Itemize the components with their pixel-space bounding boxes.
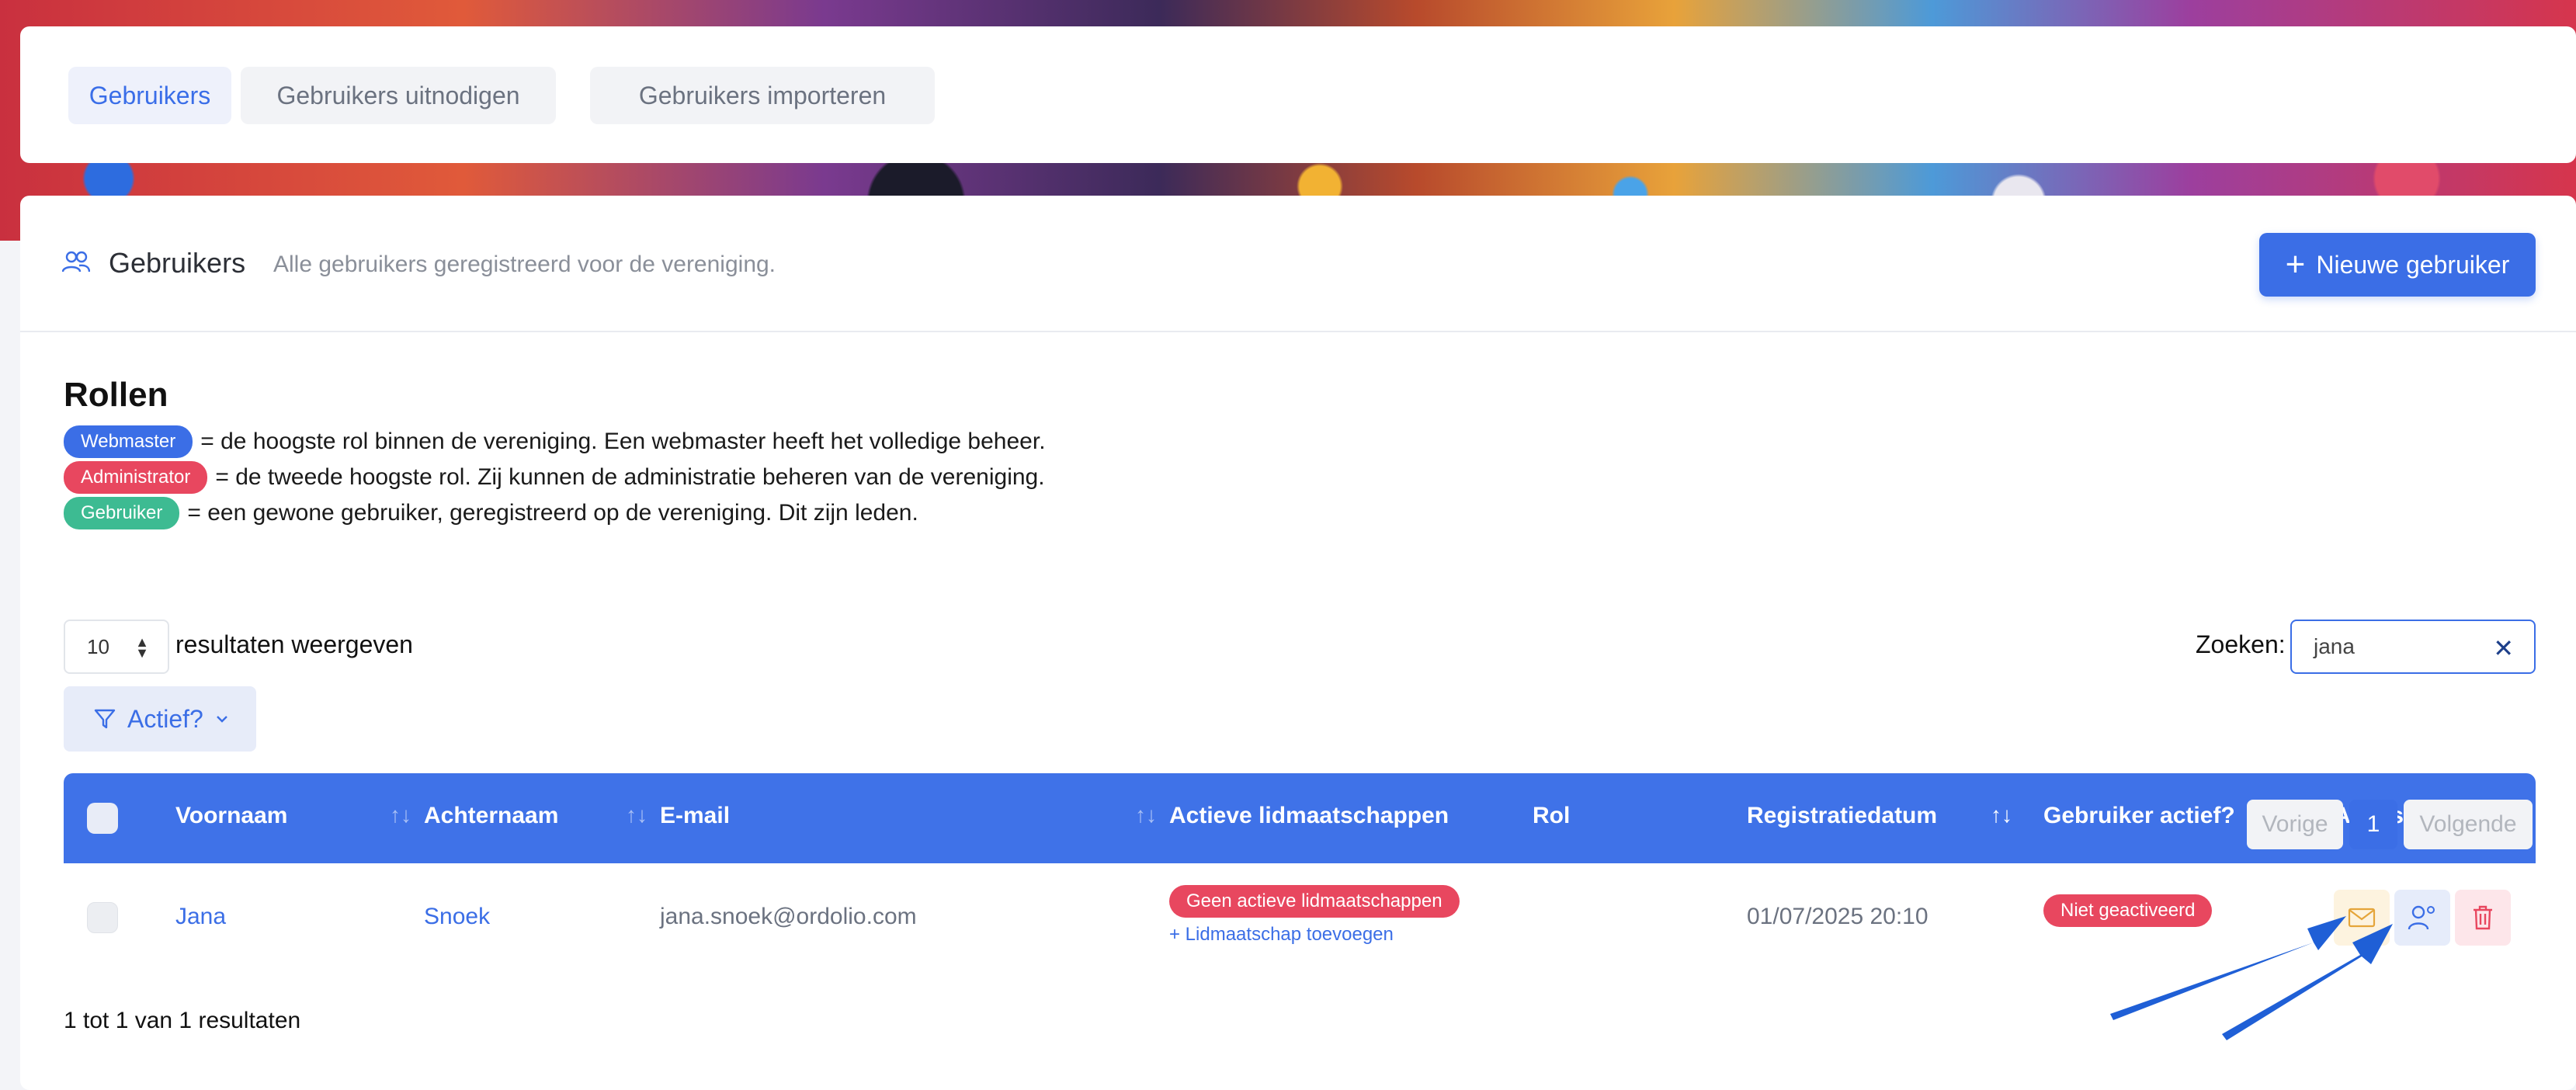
role-gebruiker: Gebruiker = een gewone gebruiker, geregi…	[64, 497, 918, 529]
role-description: = een gewone gebruiker, geregistreerd op…	[187, 500, 918, 526]
select-all-checkbox[interactable]	[87, 803, 118, 834]
col-gebruiker-actief[interactable]: Gebruiker actief?	[2043, 803, 2235, 829]
pagination-page-1[interactable]: 1	[2349, 800, 2397, 849]
chevron-down-icon	[216, 716, 227, 723]
page-length-label: resultaten weergeven	[175, 630, 413, 658]
role-description: = de tweede hoogste rol. Zij kunnen de a…	[215, 464, 1045, 490]
role-webmaster: Webmaster = de hoogste rol binnen de ver…	[64, 425, 1046, 458]
mail-icon	[2348, 908, 2376, 928]
filter-icon	[94, 709, 116, 729]
role-description: = de hoogste rol binnen de vereniging. E…	[200, 429, 1046, 454]
new-user-button[interactable]: + Nieuwe gebruiker	[2259, 233, 2536, 297]
cell-email: jana.snoek@ordolio.com	[660, 904, 917, 929]
results-info: 1 tot 1 van 1 resultaten	[64, 1008, 301, 1033]
new-user-button-label: Nieuwe gebruiker	[2316, 250, 2510, 279]
trash-icon	[2474, 905, 2492, 930]
tabs-card: Gebruikers Gebruikers uitnodigen Gebruik…	[20, 26, 2576, 163]
role-badge-webmaster: Webmaster	[64, 425, 193, 458]
col-email[interactable]: E-mail	[660, 803, 730, 829]
user-active-badge: Niet geactiveerd	[2043, 894, 2213, 927]
select-arrows-icon: ▲ ▼	[135, 634, 149, 661]
send-invite-mail-button[interactable]	[2334, 890, 2390, 946]
col-voornaam[interactable]: Voornaam	[175, 803, 287, 829]
table-header: Voornaam ↑↓ Achternaam ↑↓ E-mail ↑↓ Acti…	[64, 773, 2536, 863]
cell-registratiedatum: 01/07/2025 20:10	[1747, 904, 1929, 929]
col-lidmaatschappen: Actieve lidmaatschappen	[1169, 803, 1449, 828]
panel-header: Gebruikers Alle gebruikers geregistreerd…	[20, 196, 2576, 332]
roles-title: Rollen	[64, 376, 168, 414]
col-achternaam[interactable]: Achternaam	[424, 803, 558, 829]
col-rol: Rol	[1533, 803, 1571, 828]
clear-search-icon[interactable]: ✕	[2493, 634, 2514, 663]
sort-icon[interactable]: ↑↓	[390, 803, 411, 828]
plus-icon: +	[2285, 245, 2306, 283]
row-checkbox[interactable]	[87, 902, 118, 933]
pagination-next[interactable]: Volgende	[2404, 800, 2533, 849]
search-input[interactable]: jana ✕	[2290, 620, 2536, 674]
page-length-select[interactable]: 10 ▲ ▼	[64, 620, 169, 674]
role-badge-administrator: Administrator	[64, 461, 208, 494]
users-icon	[62, 251, 90, 272]
membership-status-badge: Geen actieve lidmaatschappen	[1169, 885, 1460, 918]
search-label: Zoeken:	[2196, 630, 2286, 658]
role-administrator: Administrator = de tweede hoogste rol. Z…	[64, 461, 1045, 494]
cell-voornaam[interactable]: Jana	[175, 904, 226, 930]
user-gear-icon	[2408, 905, 2435, 930]
users-panel: Gebruikers Alle gebruikers geregistreerd…	[20, 196, 2576, 1090]
tab-gebruikers[interactable]: Gebruikers	[68, 67, 231, 124]
pagination-previous[interactable]: Vorige	[2247, 800, 2343, 849]
search-value: jana	[2314, 634, 2355, 658]
sort-icon[interactable]: ↑↓	[626, 803, 647, 828]
page-title: Gebruikers	[109, 247, 246, 279]
page-length-value: 10	[87, 634, 109, 658]
add-membership-link[interactable]: + Lidmaatschap toevoegen	[1169, 924, 1394, 946]
active-filter-button[interactable]: Actief?	[64, 686, 256, 752]
page-subtitle: Alle gebruikers geregistreerd voor de ve…	[273, 252, 776, 277]
col-registratiedatum[interactable]: Registratiedatum	[1747, 803, 1937, 829]
sort-active-icon[interactable]: ↑↓	[1991, 803, 2012, 828]
impersonate-user-button[interactable]	[2394, 890, 2450, 946]
sort-icon[interactable]: ↑↓	[1135, 803, 1157, 828]
role-badge-gebruiker: Gebruiker	[64, 497, 180, 529]
cell-achternaam[interactable]: Snoek	[424, 904, 490, 930]
active-filter-label: Actief?	[127, 704, 203, 733]
tab-gebruikers-uitnodigen[interactable]: Gebruikers uitnodigen	[241, 67, 556, 124]
table-row: Jana Snoek jana.snoek@ordolio.com Geen a…	[64, 863, 2536, 974]
delete-user-button[interactable]	[2455, 890, 2511, 946]
tab-gebruikers-importeren[interactable]: Gebruikers importeren	[590, 67, 935, 124]
